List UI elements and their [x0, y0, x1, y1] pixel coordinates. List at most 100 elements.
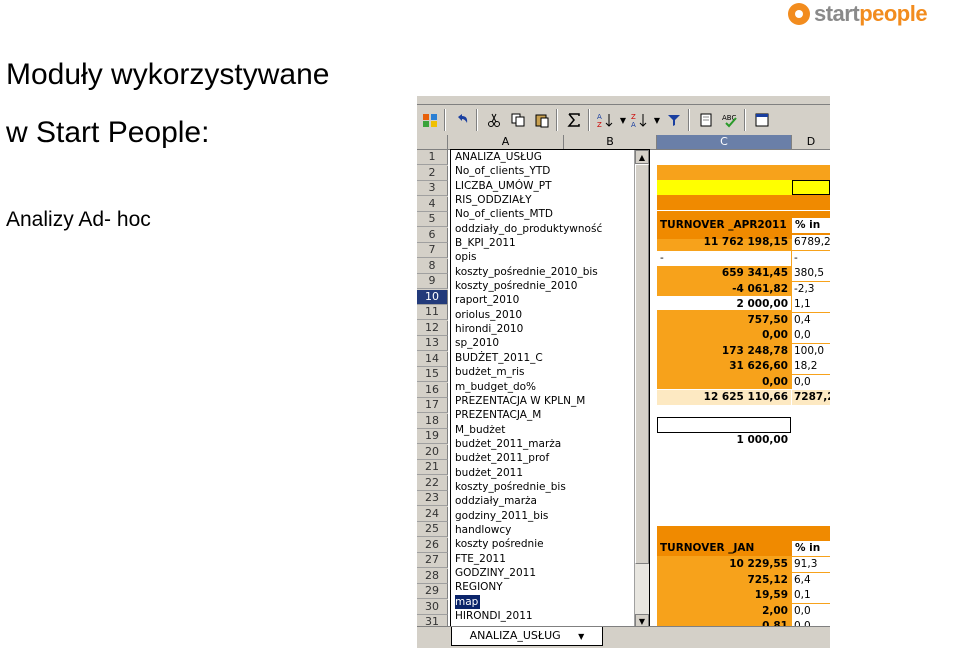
row-header[interactable]: 3 — [417, 181, 448, 196]
sheet-list-item[interactable]: REGIONY — [451, 580, 649, 594]
sheet-list-item[interactable]: oriolus_2010 — [451, 308, 649, 322]
column-header-a[interactable]: A — [448, 135, 564, 150]
sheet-list-item[interactable]: GODZINY_2011 — [451, 566, 649, 580]
yellow-cell-d[interactable] — [792, 180, 830, 195]
percent-value-cell[interactable]: 18,2 — [792, 359, 830, 374]
sheet-list-item[interactable]: RIS_ODDZIAŁY — [451, 193, 649, 207]
row-header[interactable]: 11 — [417, 305, 448, 320]
column-header-b[interactable]: B — [564, 135, 657, 150]
sheet-list-item[interactable]: budżet_2011 — [451, 466, 649, 480]
sheet-list-item[interactable]: BUDŻET_2011_C — [451, 351, 649, 365]
dropdown-scrollbar[interactable]: ▲ ▼ — [634, 150, 649, 628]
window-icon[interactable] — [751, 109, 773, 131]
sort-descending-icon[interactable]: ZA — [629, 109, 651, 131]
percent-value-cell[interactable]: 6,4 — [792, 572, 830, 588]
sheet-list-item[interactable]: map — [451, 594, 649, 609]
row-header[interactable]: 12 — [417, 320, 448, 336]
percent-value-cell[interactable]: 100,0 — [792, 343, 830, 359]
percent-value-cell[interactable]: 0,0 — [792, 328, 830, 343]
row-header[interactable]: 25 — [417, 522, 448, 537]
row-header[interactable]: 26 — [417, 537, 448, 553]
turnover-value-cell[interactable]: 659 341,45 — [657, 266, 791, 281]
sheet-tab-active[interactable]: ANALIZA_USŁUG ▼ — [451, 627, 603, 646]
sheet-list-item[interactable]: opis — [451, 250, 649, 264]
turnover-value-cell[interactable]: 0,00 — [657, 375, 791, 390]
turnover-value-cell[interactable]: 31 626,60 — [657, 359, 791, 374]
row-header[interactable]: 22 — [417, 475, 448, 491]
sheet-list-item[interactable]: koszty_pośrednie_2010_bis — [451, 265, 649, 279]
sort-ascending-icon[interactable]: AZ — [595, 109, 617, 131]
percent-value-cell[interactable]: 0,0 — [792, 603, 830, 619]
scroll-thumb[interactable] — [635, 164, 649, 564]
sheet-list-item[interactable]: HIRONDI_2011 — [451, 609, 649, 623]
chevron-down-icon[interactable]: ▼ — [578, 632, 584, 641]
row-header[interactable]: 21 — [417, 460, 448, 475]
sheet-list-item[interactable]: LICZBA_UMÓW_PT — [451, 179, 649, 193]
sheet-list-item[interactable]: oddziały_marża — [451, 494, 649, 508]
sheet-list-item[interactable]: handlowcy — [451, 523, 649, 537]
percent-value-cell[interactable]: 7287,2 — [792, 390, 830, 405]
row-header[interactable]: 28 — [417, 568, 448, 584]
row-header[interactable]: 13 — [417, 336, 448, 351]
percent-value-cell[interactable]: -2,3 — [792, 281, 830, 297]
sheet-list-item[interactable]: budżet_2011_marża — [451, 437, 649, 451]
empty-cell-c18[interactable] — [657, 417, 791, 433]
sheet-list-item[interactable]: koszty pośrednie — [451, 537, 649, 551]
turnover-value-cell[interactable]: 19,59 — [657, 588, 791, 603]
turnover-value-cell[interactable]: - — [657, 250, 791, 266]
print-preview-icon[interactable] — [695, 109, 717, 131]
sheet-list-item[interactable]: No_of_clients_YTD — [451, 164, 649, 178]
sheet-list-item[interactable]: PREZENTACJA W KPLN_M — [451, 394, 649, 408]
undo-icon[interactable] — [451, 109, 473, 131]
row-header[interactable]: 19 — [417, 429, 448, 444]
turnover-value-cell[interactable]: 10 229,55 — [657, 557, 791, 572]
turnover-value-cell[interactable]: 11 762 198,15 — [657, 235, 791, 250]
row-header[interactable]: 30 — [417, 599, 448, 615]
percent-value-cell[interactable]: 1,1 — [792, 297, 830, 312]
row-header[interactable]: 14 — [417, 351, 448, 367]
sheet-list-item[interactable]: m_budget_do% — [451, 380, 649, 394]
percent-value-cell[interactable]: 0,4 — [792, 312, 830, 328]
sheet-list-item[interactable]: raport_2010 — [451, 293, 649, 307]
autosum-icon[interactable] — [563, 109, 585, 131]
sheet-list-item[interactable]: koszty_pośrednie_2010 — [451, 279, 649, 293]
row-header[interactable]: 20 — [417, 444, 448, 460]
sheet-list-item[interactable]: budżet_m_ris — [451, 365, 649, 379]
percent-value-cell[interactable]: 6789,2 — [792, 235, 830, 250]
select-all-corner[interactable] — [417, 135, 448, 150]
autofilter-icon[interactable] — [663, 109, 685, 131]
sort-desc-dropdown-arrow-icon[interactable]: ▼ — [653, 109, 661, 131]
sheet-list-item[interactable]: budżet_2011_prof — [451, 451, 649, 465]
sheet-list-item[interactable]: PREZENTACJA_M — [451, 408, 649, 422]
row-header[interactable]: 10 — [417, 289, 448, 305]
column-header-c[interactable]: C — [657, 135, 792, 150]
percent-value-cell[interactable]: 91,3 — [792, 557, 830, 572]
sheet-list-item[interactable]: B_KPI_2011 — [451, 236, 649, 250]
turnover-value-cell[interactable]: 12 625 110,66 — [657, 390, 791, 405]
row-header[interactable]: 1 — [417, 150, 448, 165]
sheet-list-item[interactable]: koszty_pośrednie_bis — [451, 480, 649, 494]
row-header[interactable]: 29 — [417, 584, 448, 599]
row-header[interactable]: 27 — [417, 553, 448, 568]
paste-icon[interactable] — [531, 109, 553, 131]
copy-icon[interactable] — [507, 109, 529, 131]
row-header[interactable]: 8 — [417, 258, 448, 274]
turnover-value-cell[interactable]: 757,50 — [657, 313, 791, 328]
turnover-value-cell[interactable]: 173 248,78 — [657, 344, 791, 359]
turnover-value-cell[interactable]: -4 061,82 — [657, 282, 791, 297]
row-header[interactable]: 6 — [417, 227, 448, 243]
sheet-list-item[interactable]: godziny_2011_bis — [451, 509, 649, 523]
turnover-value-cell[interactable]: 2 000,00 — [657, 297, 791, 312]
column-header-d[interactable]: D — [792, 135, 830, 150]
sheet-list-item[interactable]: sp_2010 — [451, 336, 649, 350]
office-icon[interactable] — [419, 109, 441, 131]
scroll-up-icon[interactable]: ▲ — [635, 150, 649, 164]
row-header[interactable]: 24 — [417, 506, 448, 522]
row-header[interactable]: 15 — [417, 367, 448, 382]
turnover-value-cell[interactable]: 0,00 — [657, 328, 791, 343]
row-header[interactable]: 16 — [417, 382, 448, 398]
spelling-check-icon[interactable]: ABC — [719, 109, 741, 131]
sheet-list-item[interactable]: ANALIZA_USŁUG — [451, 150, 649, 164]
percent-value-cell[interactable]: 0,0 — [792, 374, 830, 390]
row-header[interactable]: 18 — [417, 413, 448, 429]
